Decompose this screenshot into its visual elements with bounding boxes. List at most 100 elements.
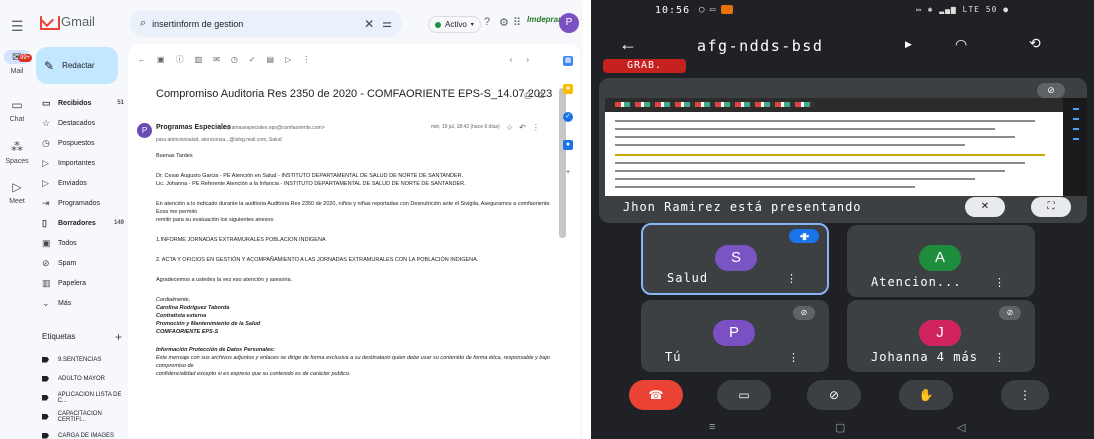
nav-item-programados[interactable]: ⇥ Programados <box>36 193 128 213</box>
fullscreen-button[interactable]: ⛶ <box>1031 197 1071 217</box>
nav-item-recibidos[interactable]: ▭ Recibidos 51 <box>36 93 128 113</box>
nav-item-mas[interactable]: ⌄ Más <box>36 293 128 313</box>
mic-toggle-button[interactable]: ⊘ <box>807 380 861 410</box>
search-bar[interactable]: ⌕ insertinform de gestion ✕ ⚌ <box>130 10 402 37</box>
back-icon[interactable]: ◁ <box>957 421 965 434</box>
participant-tile-atencion[interactable]: A Atencion... ⋮ <box>847 225 1035 297</box>
more-icon[interactable]: ⋮ <box>994 351 1005 364</box>
nav-item-spam[interactable]: ⊘ Spam <box>36 253 128 273</box>
mic-off-icon: ⊘ <box>1037 83 1065 98</box>
switch-camera-icon[interactable]: ⟲ <box>1029 35 1041 52</box>
headphones-icon[interactable]: ◠ <box>955 36 967 53</box>
mark-unread-icon[interactable]: ✉ <box>213 55 220 64</box>
more-icon[interactable]: ⋮ <box>786 272 797 285</box>
nav-item-borradores[interactable]: ▯ Borradores 149 <box>36 213 128 233</box>
participant-tile-johanna[interactable]: ⊘ J Johanna 4 más ⋮ <box>847 300 1035 372</box>
label-item[interactable]: 9.SENTENCIAS <box>36 350 128 369</box>
more-icon[interactable]: ⋮ <box>788 351 799 364</box>
meeting-code[interactable]: afg-ndds-bsd <box>697 37 823 55</box>
add-label-icon[interactable]: + <box>115 330 122 344</box>
label-item[interactable]: CARGA DE IMAGES <box>36 426 128 439</box>
snooze-icon[interactable]: ◷ <box>231 55 238 64</box>
label-icon <box>42 356 49 363</box>
rail-meet[interactable]: ▷ Meet <box>0 180 34 205</box>
status-chip[interactable]: Activo ▾ <box>428 16 481 33</box>
clock: 10:56 <box>655 5 691 16</box>
reply-icon[interactable]: ↶ <box>519 123 532 132</box>
print-icon[interactable]: ⎙ <box>524 90 537 100</box>
body-paragraph: Agradecemos a ustedes la vez eso atenció… <box>156 277 293 283</box>
more-options-button[interactable]: ⋮ <box>1001 380 1049 410</box>
more-icon[interactable]: ⋮ <box>302 55 310 64</box>
clear-search-icon[interactable]: ✕ <box>364 17 374 31</box>
spaces-icon: ⁂ <box>11 140 23 154</box>
move-icon[interactable]: ▤ <box>267 55 275 64</box>
participant-tile-salud[interactable]: ▪▮▪ S Salud ⋮ <box>641 223 829 295</box>
delete-icon[interactable]: ▥ <box>195 55 203 64</box>
draft-icon: ▯ <box>42 217 47 228</box>
open-new-window-icon[interactable]: ⧉ <box>538 90 550 100</box>
rail-spaces[interactable]: ⁂ Spaces <box>0 140 34 165</box>
back-arrow-icon[interactable]: ← <box>138 55 146 64</box>
help-icon[interactable]: ? <box>484 16 490 28</box>
shared-screen-sidebar <box>1063 98 1087 196</box>
mail-date: mié, 19 jul, 18:42 (hace 9 días) <box>431 124 500 130</box>
chevron-down-icon: ▾ <box>470 22 474 28</box>
back-arrow-icon[interactable]: ← <box>619 34 637 55</box>
label-item[interactable]: CAPACITACION CERTIFI... <box>36 407 128 426</box>
send-icon: ▷ <box>42 177 49 188</box>
label-item[interactable]: APLICACION LISTA DE C... <box>36 388 128 407</box>
tasks-icon[interactable]: ✓ <box>563 112 573 122</box>
more-icon[interactable]: ⋮ <box>532 123 546 132</box>
archive-icon[interactable]: ▣ <box>157 55 165 64</box>
mail-view: ← ▣ ⓘ ▥ ✉ ◷ ✓ ▤ ▷ ⋮ ‹› Compromiso Audito… <box>128 44 580 439</box>
home-icon[interactable]: ▢ <box>835 421 845 434</box>
sender-recipients[interactable]: para atencionsalud, atencionsa...@iolsg.… <box>156 137 282 143</box>
account-avatar[interactable]: P <box>559 13 579 33</box>
mic-off-icon: ⊘ <box>999 306 1021 320</box>
menu-icon[interactable]: ☰ <box>11 18 24 35</box>
report-icon[interactable]: ⓘ <box>176 54 184 65</box>
search-icon[interactable]: ⌕ <box>140 17 146 30</box>
label-item[interactable]: ADULTO MAYOR <box>36 369 128 388</box>
nav-item-importantes[interactable]: ▷ Importantes <box>36 153 128 173</box>
recents-icon[interactable]: ≡ <box>709 421 715 433</box>
star-icon[interactable]: ☆ <box>506 123 519 132</box>
nav-item-destacados[interactable]: ☆ Destacados <box>36 113 128 133</box>
calendar-icon[interactable]: ▦ <box>563 56 573 66</box>
add-task-icon[interactable]: ✓ <box>249 55 256 64</box>
call-controls: ☎ ▭ ⊘ ✋ ⋮ <box>591 378 1094 414</box>
filter-icon[interactable]: ⚌ <box>382 17 392 30</box>
settings-icon[interactable]: ⚙ <box>499 16 509 29</box>
participant-tile-tu[interactable]: ⊘ P Tú ⋮ <box>641 300 829 372</box>
more-icon[interactable]: ⋮ <box>994 276 1005 289</box>
nav-item-todos[interactable]: ▣ Todos <box>36 233 128 253</box>
divider <box>583 0 591 439</box>
apps-grid-icon[interactable]: ⠿ <box>513 16 521 29</box>
screen-line <box>615 144 965 146</box>
end-call-button[interactable]: ☎ <box>629 380 683 410</box>
chevron-right-icon[interactable]: ▶ <box>905 39 912 50</box>
label-icon[interactable]: ▷ <box>285 55 291 64</box>
nav-item-enviados[interactable]: ▷ Enviados <box>36 173 128 193</box>
body-paragraph: 2. ACTA Y OFICIOS EN GESTIÓN Y ACOMPAÑAM… <box>156 257 479 263</box>
rail-chat[interactable]: ▭ Chat <box>0 98 34 123</box>
pager-arrows-icon[interactable]: ‹› <box>510 55 543 64</box>
presentation-tile[interactable]: ⊘ Jhon Ramirez está presentando ✕ ⛶ <box>599 78 1087 223</box>
raise-hand-button[interactable]: ✋ <box>899 380 953 410</box>
gmail-logo[interactable]: Gmail <box>40 14 95 30</box>
camera-toggle-button[interactable]: ▭ <box>717 380 771 410</box>
search-input[interactable]: insertinform de gestion <box>152 19 358 29</box>
keep-icon[interactable]: ● <box>563 84 573 94</box>
scheduled-icon: ⇥ <box>42 197 50 208</box>
contacts-icon[interactable]: ● <box>563 140 573 150</box>
add-app-icon[interactable]: + <box>563 168 573 178</box>
nav-item-papelera[interactable]: ▥ Papelera <box>36 273 128 293</box>
notification-icons: ◯ ▭ <box>699 5 733 15</box>
nav-item-pospuestos[interactable]: ◷ Pospuestos <box>36 133 128 153</box>
compose-button[interactable]: ✎ Redactar <box>36 47 118 84</box>
unpin-button[interactable]: ✕ <box>965 197 1005 217</box>
important-icon: ▷ <box>42 157 49 168</box>
label-icon <box>42 375 49 382</box>
android-nav-bar: ≡ ▢ ◁ <box>591 417 1094 439</box>
